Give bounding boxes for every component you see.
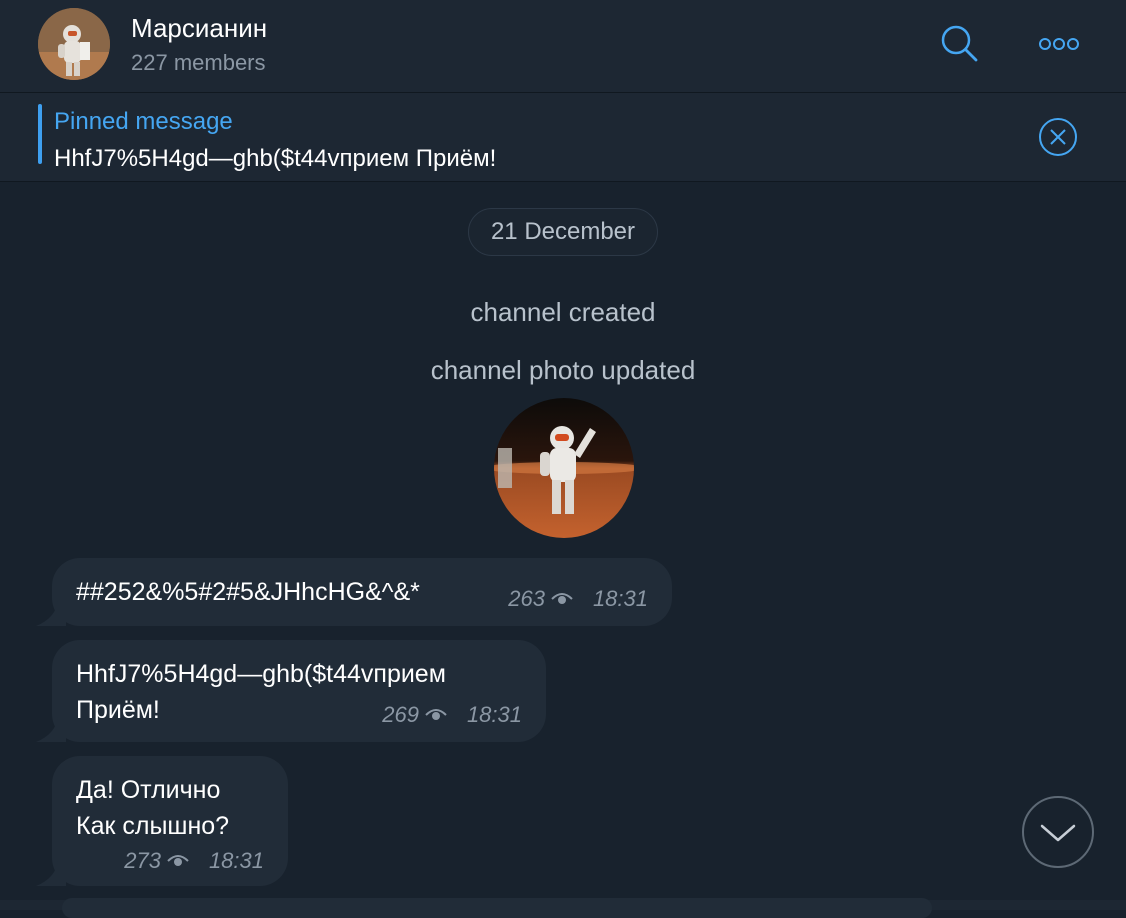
- close-circle-icon: [1039, 118, 1077, 156]
- channel-avatar[interactable]: [38, 8, 110, 80]
- bubble-tail: [36, 860, 66, 886]
- message-meta: 263 18:31: [508, 586, 648, 612]
- more-options-icon: [1039, 38, 1079, 50]
- search-button[interactable]: [940, 24, 980, 69]
- message-time: 18:31: [592, 586, 648, 611]
- search-icon: [941, 25, 978, 62]
- channel-title[interactable]: Марсианин: [131, 13, 267, 44]
- service-message-photo: channel photo updated: [430, 355, 696, 385]
- astronaut-avatar-icon: [38, 8, 110, 80]
- pinned-message-bar[interactable]: Pinned message HhfJ7%5H4gd—ghb($t44vприе…: [0, 93, 1126, 182]
- view-count: 263: [508, 586, 545, 611]
- partial-message-bubble[interactable]: [62, 898, 932, 918]
- message-text: ##252&%5#2#5&JHhcHG&^&*: [76, 578, 420, 606]
- message-bubble[interactable]: HhfJ7%5H4gd—ghb($t44vприем Приём! 269 18…: [52, 640, 546, 742]
- pinned-text: HhfJ7%5H4gd—ghb($t44vприем Приём!: [54, 145, 497, 172]
- message-time: 18:31: [208, 848, 264, 873]
- date-separator: 21 December: [468, 208, 658, 256]
- bubble-tail: [36, 716, 66, 742]
- eye-icon: [551, 593, 573, 604]
- service-message-created: channel created: [470, 297, 656, 327]
- more-options-button[interactable]: [1038, 36, 1082, 57]
- chevron-down-icon: [1040, 824, 1076, 842]
- eye-icon: [425, 709, 447, 720]
- pinned-accent-bar: [38, 104, 42, 164]
- view-count: 273: [124, 848, 161, 873]
- eye-icon: [167, 855, 189, 866]
- message-meta: 273 18:31: [124, 848, 264, 874]
- message-bubble[interactable]: Да! Отлично Как слышно? 273 18:31: [52, 756, 288, 886]
- message-text: Да! Отлично Как слышно?: [76, 776, 230, 840]
- astronaut-photo-icon: [494, 398, 634, 538]
- channel-photo[interactable]: [494, 398, 634, 538]
- bubble-tail: [36, 600, 66, 626]
- pinned-label: Pinned message: [54, 108, 233, 135]
- member-count: 227 members: [131, 50, 266, 75]
- view-count: 269: [382, 702, 419, 727]
- scroll-to-bottom-button[interactable]: [1022, 796, 1094, 868]
- chat-header: Марсианин 227 members: [0, 0, 1126, 93]
- message-time: 18:31: [466, 702, 522, 727]
- close-pinned-button[interactable]: [1038, 117, 1078, 162]
- message-bubble[interactable]: ##252&%5#2#5&JHhcHG&^&* 263 18:31: [52, 558, 672, 626]
- message-meta: 269 18:31: [382, 702, 522, 728]
